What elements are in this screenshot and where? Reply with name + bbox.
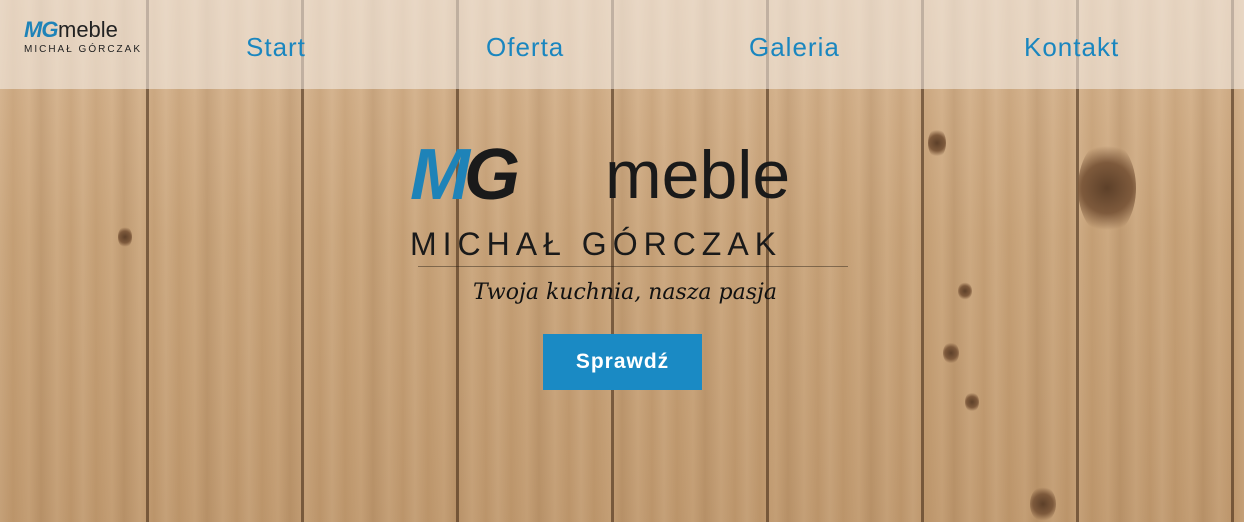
brand-logo-mg: MG [24, 17, 58, 42]
nav-item-galeria[interactable]: Galeria [749, 30, 840, 64]
hero-logo-subtitle: MICHAŁ GÓRCZAK [410, 226, 783, 262]
hero-logo-divider [418, 266, 848, 267]
wood-knot [965, 392, 979, 412]
wood-knot [958, 282, 972, 300]
top-navbar: MG meble MICHAŁ GÓRCZAK Start Oferta Gal… [0, 0, 1244, 89]
nav-item-oferta[interactable]: Oferta [486, 30, 564, 64]
wood-knot [118, 226, 132, 248]
hero-logo: MG meble MICHAŁ GÓRCZAK [410, 137, 850, 275]
brand-logo-subtitle: MICHAŁ GÓRCZAK [24, 44, 143, 55]
hero-logo-meble: meble [605, 137, 791, 213]
wood-knot [943, 342, 959, 364]
hero-logo-g: G [463, 135, 520, 215]
wood-knot [1078, 140, 1136, 236]
brand-logo[interactable]: MG meble MICHAŁ GÓRCZAK [24, 18, 144, 60]
nav-item-kontakt[interactable]: Kontakt [1024, 30, 1119, 64]
wood-knot [928, 128, 946, 158]
hero-tagline: Twoja kuchnia, nasza pasja [473, 280, 777, 305]
brand-logo-meble: meble [58, 17, 118, 42]
hero-logo-mg: MG [410, 139, 520, 211]
hero-logo-m: M [410, 135, 470, 215]
check-button[interactable]: Sprawdź [543, 334, 702, 390]
wood-knot [1030, 486, 1056, 522]
nav-item-start[interactable]: Start [246, 30, 306, 64]
